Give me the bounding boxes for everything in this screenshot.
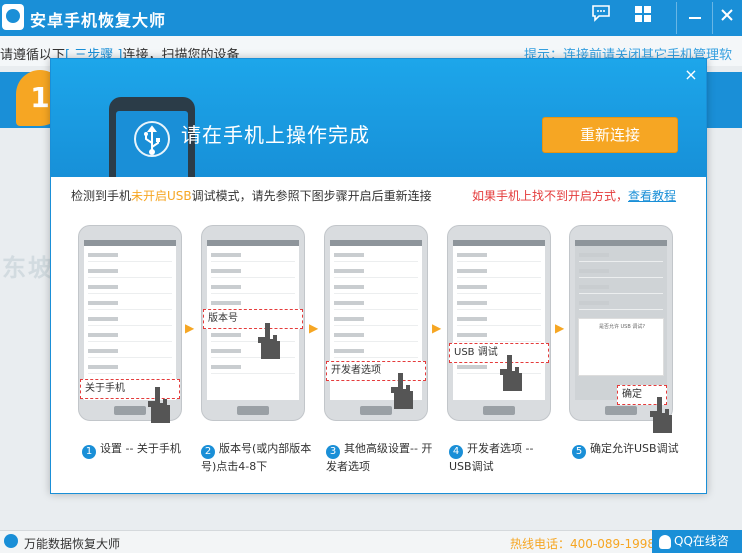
step-2-caption: 2 版本号(或内部版本号)点击4-8下 <box>201 441 313 474</box>
hand-pointer-icon <box>148 387 170 423</box>
home-button <box>237 406 269 415</box>
qq-icon <box>659 535 671 549</box>
title-bar: 安卓手机恢复大师 <box>0 0 742 36</box>
step-number: 1 <box>82 445 96 459</box>
home-button <box>114 406 146 415</box>
modal-title: 请在手机上操作完成 <box>181 123 370 147</box>
close-icon[interactable] <box>714 4 740 30</box>
step-caption-text: 开发者选项 -- USB调试 <box>449 442 534 473</box>
step-number: 2 <box>201 445 215 459</box>
app-title: 安卓手机恢复大师 <box>30 11 167 30</box>
hand-pointer-icon <box>391 373 413 409</box>
title-bar-separator <box>712 2 713 34</box>
step-5-caption: 5 确定允许USB调试 <box>572 441 692 459</box>
usb-debug-modal: 请在手机上操作完成 重新连接 × 检测到手机未开启USB调试模式，请先参照下图步… <box>50 58 707 494</box>
step-caption-text: 确定允许USB调试 <box>590 442 679 455</box>
detect-suffix: 调试模式，请先参照下图步骤开启后重新连接 <box>191 189 432 203</box>
title-bar-separator <box>676 2 677 34</box>
step-number: 3 <box>326 445 340 459</box>
hand-pointer-icon <box>500 355 522 391</box>
hand-pointer-icon <box>258 323 280 359</box>
step-2-callout: 版本号 <box>203 309 303 329</box>
phone-illustration-screen <box>116 111 188 177</box>
help-text: 如果手机上找不到开启方式，查看教程 <box>472 187 676 204</box>
phone-screen <box>84 240 176 400</box>
arrow-right-icon: ▶ <box>309 321 319 335</box>
arrow-right-icon: ▶ <box>432 321 442 335</box>
home-button <box>483 406 515 415</box>
status-app-icon <box>4 534 18 548</box>
step-3-caption: 3 其他高级设置-- 开发者选项 <box>326 441 434 474</box>
hotline-text: 热线电话：400-089-1998 <box>510 537 656 551</box>
step-caption-text: 其他高级设置-- 开发者选项 <box>326 442 433 473</box>
phone-screen: 是否允许 USB 调试? <box>575 240 667 400</box>
reconnect-button[interactable]: 重新连接 <box>542 117 678 153</box>
arrow-right-icon: ▶ <box>555 321 565 335</box>
detect-prefix: 检测到手机 <box>71 189 132 203</box>
home-button <box>605 406 637 415</box>
chat-icon[interactable] <box>588 4 614 30</box>
modal-close-button[interactable]: × <box>681 65 701 85</box>
modal-header: 请在手机上操作完成 重新连接 × <box>51 59 706 177</box>
arrow-right-icon: ▶ <box>185 321 195 335</box>
view-tutorial-link[interactable]: 查看教程 <box>628 189 676 203</box>
help-prefix: 如果手机上找不到开启方式， <box>472 189 629 203</box>
app-logo-icon <box>2 4 24 30</box>
hand-pointer-icon <box>650 397 672 433</box>
status-app-name[interactable]: 万能数据恢复大师 <box>24 535 120 552</box>
step-4-caption: 4 开发者选项 -- USB调试 <box>449 441 559 474</box>
usb-permission-dialog: 是否允许 USB 调试? <box>578 318 664 376</box>
detect-status-text: 检测到手机未开启USB调试模式，请先参照下图步骤开启后重新连接 <box>71 187 432 204</box>
detect-state: 未开启USB <box>131 189 192 203</box>
minimize-icon[interactable] <box>682 4 708 30</box>
usb-icon <box>134 121 170 157</box>
grid-icon[interactable] <box>630 4 656 30</box>
step-number: 5 <box>572 445 586 459</box>
step-number: 4 <box>449 445 463 459</box>
dialog-title: 是否允许 USB 调试? <box>598 324 646 330</box>
step-1-caption: 1 设置 -- 关于手机 <box>82 441 192 459</box>
step-caption-text: 版本号(或内部版本号)点击4-8下 <box>201 442 312 473</box>
step-caption-text: 设置 -- 关于手机 <box>100 442 181 455</box>
